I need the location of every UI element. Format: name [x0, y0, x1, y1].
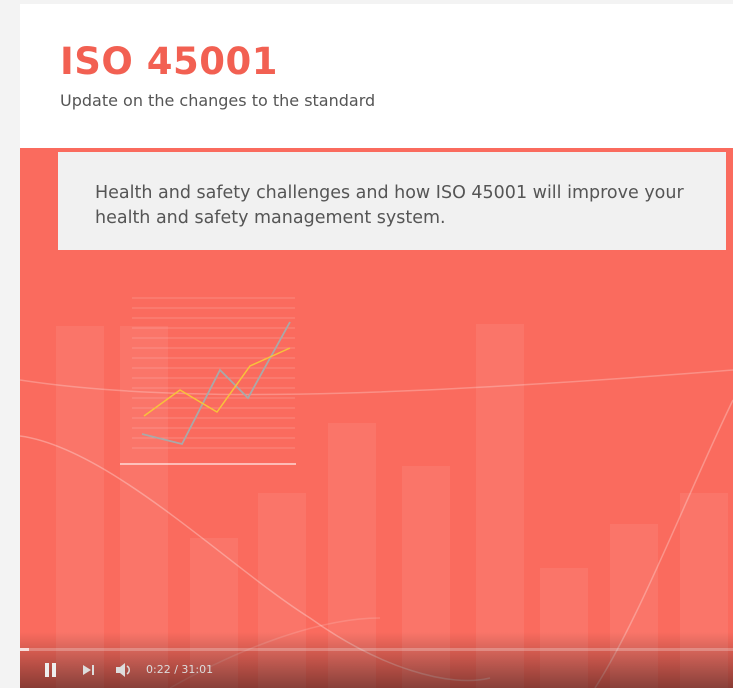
pause-button[interactable] [44, 661, 60, 679]
progress-bar[interactable] [20, 648, 733, 651]
video-frame[interactable]: ISO 45001 Update on the changes to the s… [20, 4, 733, 688]
slide-header: ISO 45001 Update on the changes to the s… [20, 4, 733, 148]
description-text: Health and safety challenges and how ISO… [95, 183, 684, 228]
time-display: 0:22 / 31:01 [146, 663, 213, 676]
duration: 31:01 [181, 663, 214, 676]
next-button[interactable] [82, 661, 96, 679]
progress-fill [20, 648, 29, 651]
time-separator: / [170, 663, 182, 676]
slide-title: ISO 45001 [60, 40, 278, 83]
slide-stage: Health and safety challenges and how ISO… [20, 148, 733, 688]
current-time: 0:22 [146, 663, 171, 676]
description-card: Health and safety challenges and how ISO… [58, 152, 726, 250]
next-icon [83, 665, 94, 675]
slide-subtitle: Update on the changes to the standard [60, 91, 376, 110]
volume-icon [116, 663, 130, 677]
volume-button[interactable] [114, 661, 134, 679]
player-controls: 0:22 / 31:01 [20, 632, 733, 688]
